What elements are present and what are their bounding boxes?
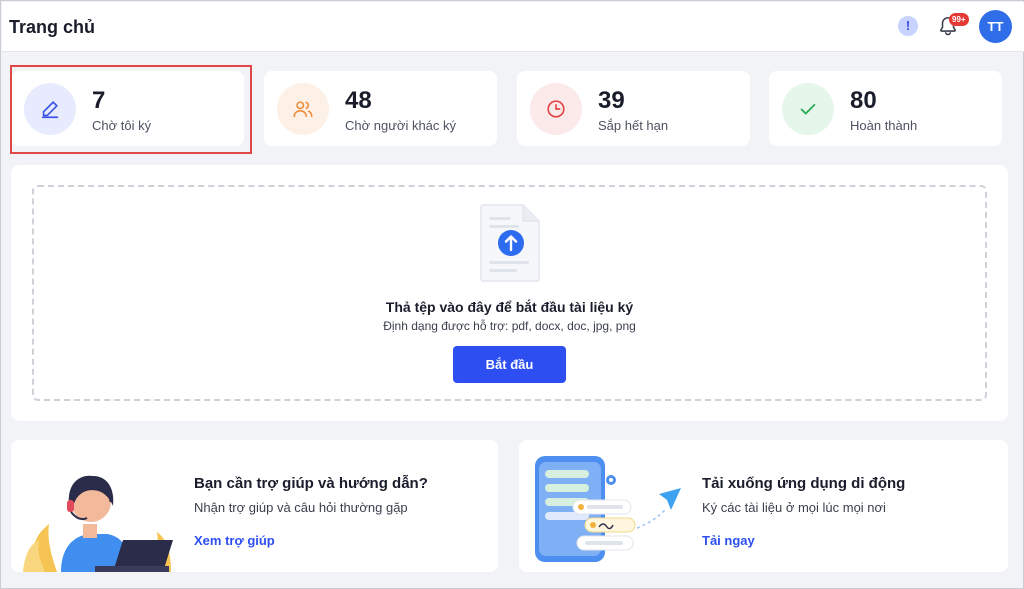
page-title: Trang chủ	[9, 17, 96, 37]
help-icon[interactable]: !	[898, 16, 918, 36]
help-card-description: Nhận trợ giúp và câu hỏi thường gặp	[194, 500, 408, 515]
users-icon	[277, 83, 329, 135]
stat-card-completed[interactable]: 80 Hoàn thành	[769, 71, 1002, 146]
stat-card-waiting-others[interactable]: 48 Chờ người khác ký	[264, 71, 497, 146]
stat-label: Chờ người khác ký	[345, 118, 457, 133]
upload-document-icon	[480, 204, 540, 282]
help-card: Bạn cần trợ giúp và hướng dẫn? Nhận trợ …	[11, 440, 498, 572]
dropzone-formats: Định dạng được hỗ trợ: pdf, docx, doc, j…	[383, 319, 636, 333]
mobile-app-card-title: Tải xuống ứng dụng di động	[702, 475, 906, 492]
upload-panel: Thả tệp vào đây để bắt đầu tài liệu ký Đ…	[11, 165, 1008, 421]
stat-card-expiring[interactable]: 39 Sắp hết hạn	[517, 71, 750, 146]
help-card-text: Bạn cần trợ giúp và hướng dẫn? Nhận trợ …	[194, 440, 498, 572]
app-window: Trang chủ ! 99+ TT 7 Chờ tôi ký 48 Chờ n…	[0, 0, 1024, 589]
mobile-app-card-text: Tải xuống ứng dụng di động Ký các tài li…	[702, 440, 1008, 572]
mobile-app-illustration	[535, 456, 681, 562]
support-agent-illustration	[23, 475, 173, 572]
download-link[interactable]: Tải ngay	[702, 533, 755, 548]
stat-value: 39	[598, 87, 625, 114]
start-button[interactable]: Bắt đầu	[453, 346, 566, 383]
check-icon	[782, 83, 834, 135]
help-link[interactable]: Xem trợ giúp	[194, 533, 275, 548]
notification-badge: 99+	[949, 13, 969, 26]
stat-label: Hoàn thành	[850, 118, 918, 133]
mobile-app-card: Tải xuống ứng dụng di động Ký các tài li…	[519, 440, 1008, 572]
dropzone-title: Thả tệp vào đây để bắt đầu tài liệu ký	[385, 299, 634, 315]
stat-label: Sắp hết hạn	[598, 118, 669, 133]
file-dropzone[interactable]: Thả tệp vào đây để bắt đầu tài liệu ký Đ…	[32, 185, 987, 401]
stat-value: 48	[345, 87, 372, 114]
highlight-box	[10, 65, 252, 154]
mobile-app-card-description: Ký các tài liệu ở mọi lúc mọi nơi	[702, 500, 886, 515]
top-header: Trang chủ ! 99+ TT	[2, 2, 1024, 52]
help-card-title: Bạn cần trợ giúp và hướng dẫn?	[194, 475, 428, 492]
stat-value: 80	[850, 87, 877, 114]
clock-icon	[530, 83, 582, 135]
avatar[interactable]: TT	[979, 10, 1012, 43]
